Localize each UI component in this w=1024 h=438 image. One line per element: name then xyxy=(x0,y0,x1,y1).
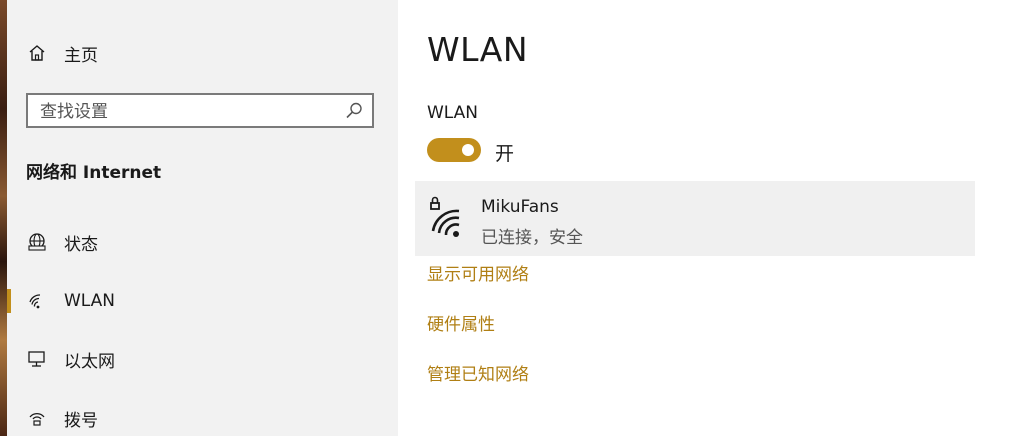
sidebar-item-label: 以太网 xyxy=(64,351,115,372)
wlan-toggle[interactable] xyxy=(427,138,481,162)
sidebar-item-home[interactable]: 主页 xyxy=(7,33,398,73)
sidebar-item-dialup[interactable]: 拨号 xyxy=(7,398,398,438)
ethernet-icon xyxy=(26,348,48,370)
network-status: 已连接，安全 xyxy=(481,228,583,248)
show-available-networks-link[interactable]: 显示可用网络 xyxy=(427,260,529,285)
wifi-secured-icon xyxy=(427,191,469,239)
sidebar-item-label: 拨号 xyxy=(64,410,98,431)
sidebar: 主页 网络和 Internet 状态 WLAN 以太网 拨号 xyxy=(7,0,398,436)
main-content: WLAN WLAN 开 MikuFans 已连接，安全 显示可用网络 硬件属性 … xyxy=(398,0,1024,436)
wifi-icon xyxy=(26,290,48,312)
globe-status-icon xyxy=(26,231,48,253)
sidebar-item-label: 主页 xyxy=(64,45,98,66)
network-name: MikuFans xyxy=(481,197,559,217)
wlan-toggle-caption: WLAN xyxy=(427,103,479,123)
dialup-icon xyxy=(26,407,48,429)
hardware-properties-link[interactable]: 硬件属性 xyxy=(427,310,495,335)
network-item[interactable]: MikuFans 已连接，安全 xyxy=(415,181,975,256)
search-icon[interactable] xyxy=(344,101,364,121)
section-title: 网络和 Internet xyxy=(26,163,162,183)
home-icon xyxy=(26,42,48,64)
sidebar-item-label: WLAN xyxy=(64,291,116,311)
sidebar-item-ethernet[interactable]: 以太网 xyxy=(7,339,398,379)
sidebar-item-wlan[interactable]: WLAN xyxy=(7,281,398,321)
page-title: WLAN xyxy=(427,30,529,69)
toggle-knob xyxy=(462,144,474,156)
search-input[interactable] xyxy=(38,95,342,128)
toggle-state-label: 开 xyxy=(495,143,515,165)
desktop-wallpaper-strip xyxy=(0,0,7,436)
manage-known-networks-link[interactable]: 管理已知网络 xyxy=(427,360,529,385)
sidebar-item-status[interactable]: 状态 xyxy=(7,222,398,262)
sidebar-item-label: 状态 xyxy=(64,234,98,255)
search-box[interactable] xyxy=(26,93,374,128)
